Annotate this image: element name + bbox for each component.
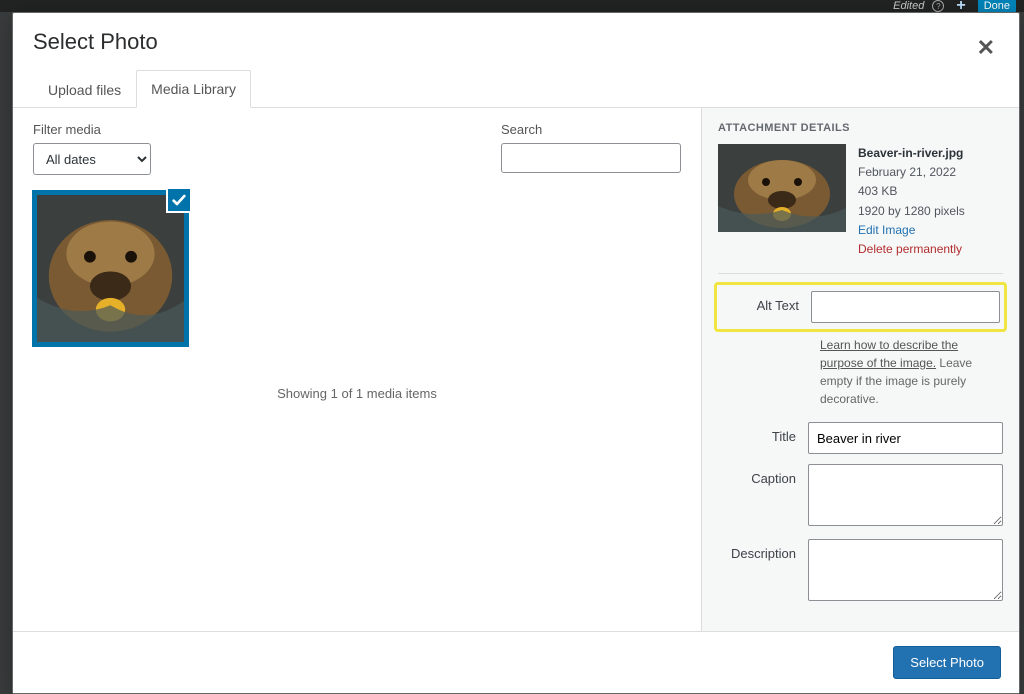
search-label: Search <box>501 122 681 137</box>
attachments-grid <box>33 191 681 346</box>
page-backdrop-controls: Edited ? + Done <box>893 0 1024 12</box>
media-count-status: Showing 1 of 1 media items <box>33 386 681 401</box>
edited-label: Edited <box>893 0 924 12</box>
attachment-filesize: 403 KB <box>858 182 965 201</box>
app-viewport: Edited ? + Done Select Photo ✕ Upload fi… <box>0 0 1024 694</box>
caption-label: Caption <box>718 464 808 486</box>
alt-text-highlight: Alt Text <box>714 282 1007 332</box>
delete-permanently-link[interactable]: Delete permanently <box>858 240 965 259</box>
attachment-date: February 21, 2022 <box>858 163 965 182</box>
modal-footer: Select Photo <box>13 631 1019 693</box>
select-photo-button[interactable]: Select Photo <box>893 646 1001 679</box>
library-main: Filter media All dates Search <box>13 108 701 631</box>
close-icon: ✕ <box>977 35 995 60</box>
attachment-thumb-selected[interactable] <box>33 191 188 346</box>
modal-header: Select Photo ✕ <box>13 13 1019 69</box>
alt-text-input[interactable] <box>811 291 1000 323</box>
beaver-thumb-image <box>37 195 184 342</box>
search-input[interactable] <box>501 143 681 173</box>
attachment-details-heading: ATTACHMENT DETAILS <box>718 122 1003 134</box>
help-icon: ? <box>932 0 944 12</box>
alt-text-label: Alt Text <box>721 291 811 313</box>
description-label: Description <box>718 539 808 561</box>
edit-image-link[interactable]: Edit Image <box>858 221 965 240</box>
attachment-preview-thumb <box>718 144 846 232</box>
details-divider <box>718 273 1003 274</box>
modal-title: Select Photo <box>33 29 999 55</box>
filter-media-block: Filter media All dates <box>33 122 151 175</box>
attachment-meta: Beaver-in-river.jpg February 21, 2022 40… <box>858 144 965 259</box>
checkmark-icon <box>166 187 192 213</box>
page-backdrop-bar <box>0 0 1024 12</box>
attachment-filename: Beaver-in-river.jpg <box>858 144 965 163</box>
modal-tabs: Upload files Media Library <box>13 69 1019 108</box>
filter-media-label: Filter media <box>33 122 151 137</box>
attachment-dimensions: 1920 by 1280 pixels <box>858 202 965 221</box>
title-input[interactable] <box>808 422 1003 454</box>
title-label: Title <box>718 422 808 444</box>
modal-body: Filter media All dates Search <box>13 108 1019 631</box>
filter-dates-select[interactable]: All dates <box>33 143 151 175</box>
tab-media-library[interactable]: Media Library <box>136 70 251 108</box>
description-textarea[interactable] <box>808 539 1003 601</box>
attachment-summary: Beaver-in-river.jpg February 21, 2022 40… <box>718 144 1003 259</box>
search-block: Search <box>501 122 681 175</box>
close-button[interactable]: ✕ <box>973 33 999 63</box>
attachment-details-panel: ATTACHMENT DETAILS <box>701 108 1019 631</box>
media-modal: Select Photo ✕ Upload files Media Librar… <box>12 12 1020 694</box>
library-toolbar: Filter media All dates Search <box>33 122 681 175</box>
caption-textarea[interactable] <box>808 464 1003 526</box>
alt-text-help: Learn how to describe the purpose of the… <box>820 336 1003 408</box>
tab-upload-files[interactable]: Upload files <box>33 70 136 108</box>
